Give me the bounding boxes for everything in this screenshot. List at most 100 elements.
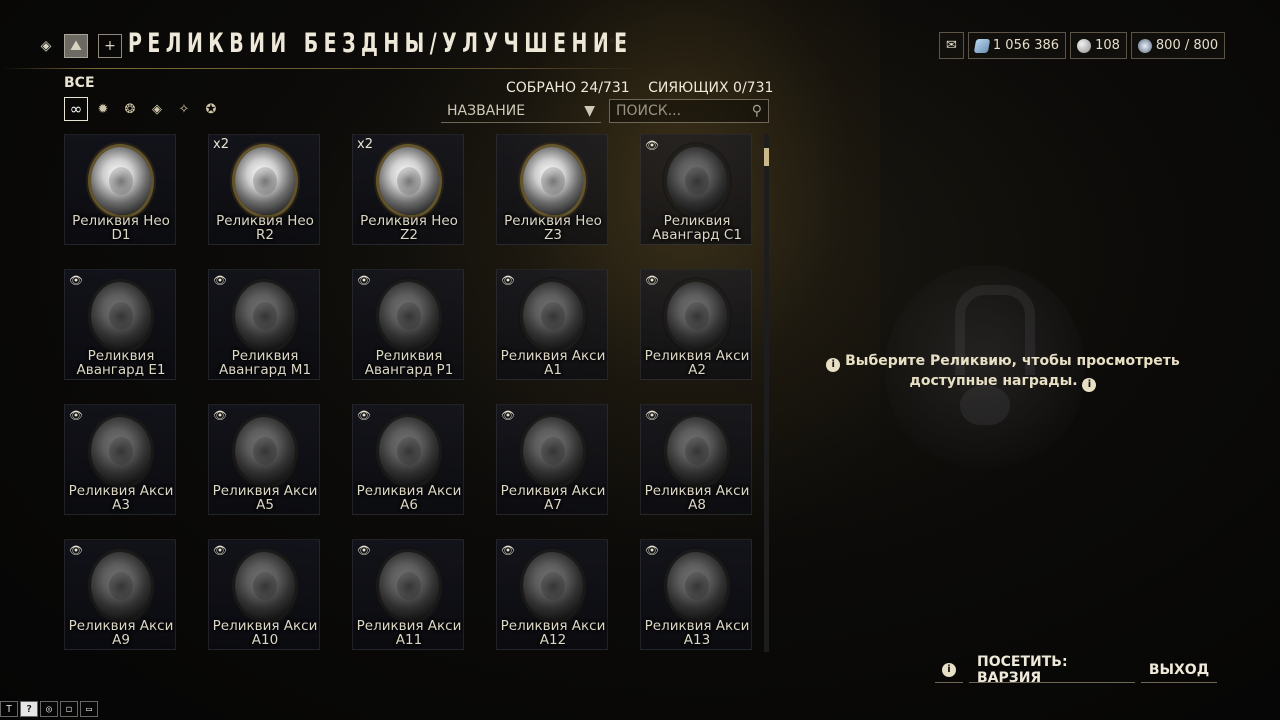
relic-name: Реликвия Акси A1 — [497, 349, 609, 377]
relic-tile[interactable]: 👁 Реликвия Акси A13 — [640, 539, 752, 650]
relic-tile[interactable]: 👁 Реликвия Акси A1 — [496, 269, 608, 380]
credits-counter[interactable]: 108 — [1070, 32, 1127, 59]
add-tab-button[interactable]: + — [98, 34, 122, 58]
relic-name-line: Реликвия Нео — [216, 213, 314, 229]
relic-image — [91, 147, 151, 215]
relic-tile[interactable]: 👁 Реликвия Акси A3 — [64, 404, 176, 515]
relic-name: Реликвия Авангард P1 — [353, 349, 465, 377]
relic-image — [667, 552, 727, 620]
relic-tier: R2 — [256, 227, 274, 243]
relic-tile[interactable]: 👁 Реликвия Акси A7 — [496, 404, 608, 515]
relic-name-line: Реликвия — [87, 348, 155, 364]
relic-tile[interactable]: 👁 Реликвия Авангард C1 — [640, 134, 752, 245]
mini-tool-button[interactable]: ? — [20, 701, 38, 717]
relic-tile[interactable]: 👁 Реликвия Акси A8 — [640, 404, 752, 515]
eye-icon: 👁 — [213, 544, 227, 557]
relic-tier: A5 — [256, 497, 274, 513]
relic-tile[interactable]: Реликвия Нео Z3 — [496, 134, 608, 245]
meso-icon[interactable]: ❂ — [118, 97, 142, 121]
relic-name-line: Реликвия Нео — [504, 213, 602, 229]
relic-tier: Авангард E1 — [76, 362, 166, 378]
relic-tile[interactable]: Реликвия Нео D1 — [64, 134, 176, 245]
info-button[interactable]: i — [935, 658, 963, 683]
relic-name: Реликвия Акси A9 — [65, 619, 177, 647]
grid-scrollbar[interactable] — [764, 134, 769, 652]
relic-name-line: Реликвия Нео — [72, 213, 170, 229]
relic-name-line: Реликвия Акси — [500, 483, 606, 499]
eye-icon: 👁 — [645, 139, 659, 152]
filter-bar: ∞ ✹ ❂ ◈ ✧ ✪ — [64, 97, 223, 121]
requiem-icon[interactable]: ✪ — [199, 97, 223, 121]
lith-icon[interactable]: ✹ — [91, 97, 115, 121]
search-input[interactable] — [616, 103, 736, 119]
info-icon: i — [826, 358, 841, 372]
neo-icon[interactable]: ◈ — [145, 97, 169, 121]
axi-icon[interactable]: ✧ — [172, 97, 196, 121]
eye-icon: 👁 — [645, 409, 659, 422]
radiant-count: СИЯЮЩИХ 0/731 — [648, 80, 774, 96]
eye-icon: 👁 — [501, 544, 515, 557]
relic-tile[interactable]: x2 Реликвия Нео Z2 — [352, 134, 464, 245]
relic-name: Реликвия Нео R2 — [209, 214, 321, 242]
relic-tile[interactable]: 👁 Реликвия Акси A11 — [352, 539, 464, 650]
inbox-button[interactable]: ✉ — [939, 32, 964, 59]
filter-label: ВСЕ — [64, 75, 95, 91]
platinum-icon — [973, 38, 991, 53]
relic-tier: A7 — [544, 497, 562, 513]
infinity-icon[interactable]: ∞ — [64, 97, 88, 121]
mini-tool-button[interactable]: ▭ — [80, 701, 98, 717]
endo-counter[interactable]: 800 / 800 — [1130, 32, 1226, 59]
mini-tool-button[interactable]: T — [0, 701, 18, 717]
relic-tier: Авангард C1 — [652, 227, 742, 243]
relic-tier: A2 — [688, 362, 706, 378]
exit-button[interactable]: ВЫХОД — [1141, 658, 1217, 683]
relic-image — [235, 417, 295, 485]
relic-name: Реликвия Нео Z2 — [353, 214, 465, 242]
relic-tile[interactable]: 👁 Реликвия Авангард E1 — [64, 269, 176, 380]
relic-tile[interactable]: 👁 Реликвия Акси A5 — [208, 404, 320, 515]
relic-tier: A3 — [112, 497, 130, 513]
relic-name: Реликвия Акси A13 — [641, 619, 753, 647]
relic-tier: A1 — [544, 362, 562, 378]
mini-tool-button[interactable]: ◎ — [40, 701, 58, 717]
relic-name-line: Реликвия Акси — [500, 348, 606, 364]
platinum-counter[interactable]: 1 056 386 — [967, 32, 1067, 59]
nav-diamond-icon[interactable]: ◈ — [34, 34, 58, 58]
relic-tile[interactable]: 👁 Реликвия Авангард P1 — [352, 269, 464, 380]
scrollbar-thumb[interactable] — [764, 148, 769, 166]
relic-name: Реликвия Авангард E1 — [65, 349, 177, 377]
sort-dropdown[interactable]: НАЗВАНИЕ ▼ — [441, 99, 601, 123]
relic-tile[interactable]: 👁 Реликвия Акси A10 — [208, 539, 320, 650]
platinum-value: 1 056 386 — [992, 38, 1060, 53]
relic-tile[interactable]: 👁 Реликвия Акси A6 — [352, 404, 464, 515]
relic-tile[interactable]: x2 Реликвия Нео R2 — [208, 134, 320, 245]
currency-bar: ✉ 1 056 386 108 800 / 800 — [939, 32, 1226, 59]
relic-image — [379, 147, 439, 215]
relic-tile[interactable]: 👁 Реликвия Акси A2 — [640, 269, 752, 380]
relic-tier: A11 — [395, 632, 423, 648]
search-box: ⚲ — [609, 99, 769, 123]
relic-image — [523, 282, 583, 350]
sort-label: НАЗВАНИЕ — [447, 102, 526, 119]
nav-arsenal-icon[interactable]: ⛰ — [64, 34, 88, 58]
eye-icon: 👁 — [357, 409, 371, 422]
relic-tile[interactable]: 👁 Реликвия Авангард M1 — [208, 269, 320, 380]
credits-icon — [1077, 38, 1092, 53]
relic-image — [235, 147, 295, 215]
eye-icon: 👁 — [501, 274, 515, 287]
relic-name-line: Реликвия Акси — [212, 483, 318, 499]
visit-varzia-button[interactable]: ПОСЕТИТЬ: ВАРЗИЯ — [969, 654, 1135, 686]
info-icon: i — [942, 663, 956, 677]
search-icon[interactable]: ⚲ — [752, 103, 762, 119]
relic-grid: Реликвия Нео D1 x2 Реликвия Нео R2 x2 Реликвия… — [64, 134, 754, 652]
relic-tile[interactable]: 👁 Реликвия Акси A9 — [64, 539, 176, 650]
relic-name: Реликвия Акси A12 — [497, 619, 609, 647]
relic-name: Реликвия Акси A6 — [353, 484, 465, 512]
mini-tool-button[interactable]: ◻ — [60, 701, 78, 717]
relic-name-line: Реликвия Акси — [68, 483, 174, 499]
page-title: РЕЛИКВИИ БЕЗДНЫ/УЛУЧШЕНИЕ — [128, 28, 633, 59]
info-icon[interactable]: i — [1082, 378, 1097, 392]
relic-name-line: Реликвия Акси — [212, 618, 318, 634]
title-deco: ◦ ◦ ◦ — [600, 36, 625, 47]
relic-tile[interactable]: 👁 Реликвия Акси A12 — [496, 539, 608, 650]
